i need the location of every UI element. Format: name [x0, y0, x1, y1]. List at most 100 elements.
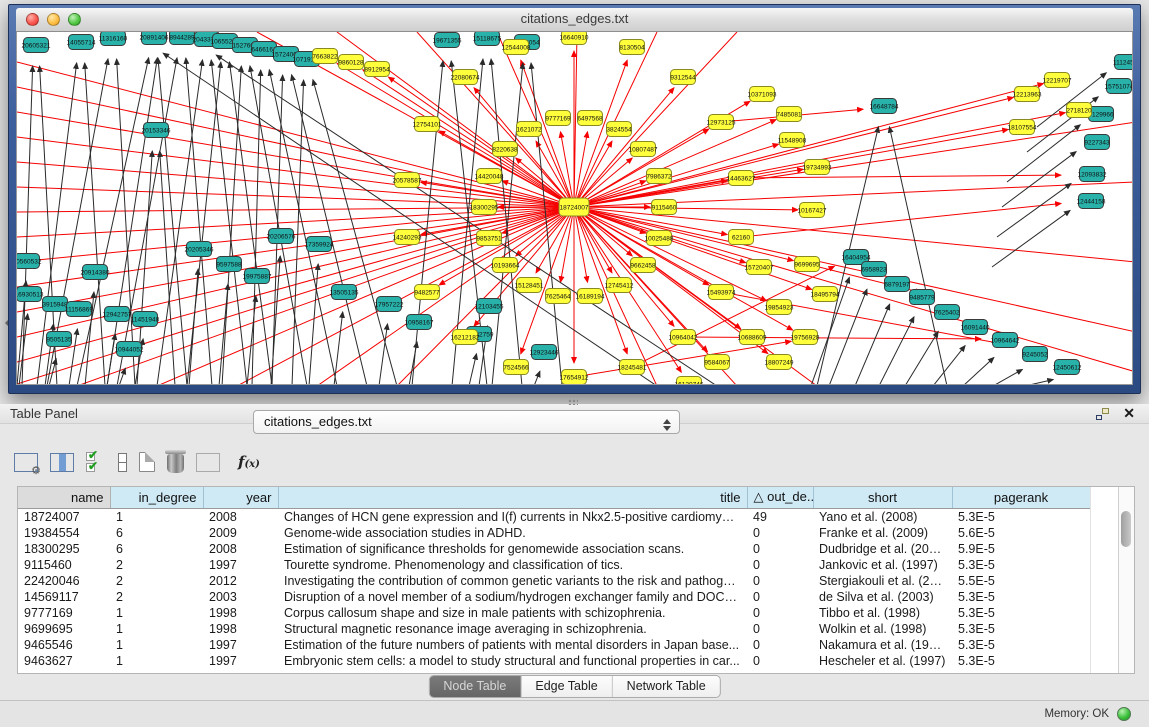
cited-node[interactable]: 9853751: [476, 231, 502, 246]
node[interactable]: 19671355: [433, 33, 462, 48]
cited-node[interactable]: 8130504: [619, 40, 645, 55]
cited-node[interactable]: 18245481: [618, 360, 647, 375]
column-header-in-degree[interactable]: in_degree: [110, 487, 203, 508]
row-height-icon[interactable]: [118, 453, 127, 472]
tab-network-table[interactable]: Network Table: [613, 676, 720, 697]
table-row[interactable]: 977716911998Corpus callosum shape and si…: [18, 605, 1090, 621]
function-builder-icon[interactable]: f(x): [238, 453, 260, 471]
node[interactable]: 20205346: [185, 242, 214, 257]
table-row[interactable]: 946554611997Estimation of the future num…: [18, 637, 1090, 653]
network-graph[interactable]: 2060532114055714113161602089140689442892…: [17, 32, 1133, 384]
node[interactable]: 9129966: [1088, 107, 1114, 122]
cited-node[interactable]: 14240293: [393, 230, 422, 245]
cited-node[interactable]: 9584067: [704, 355, 730, 370]
cited-node[interactable]: 9662458: [630, 258, 656, 273]
table-row[interactable]: 946362711997Embryonic stem cells: a mode…: [18, 653, 1090, 669]
column-header-out-de-[interactable]: △ out_de...: [747, 487, 813, 508]
cited-node[interactable]: 10807487: [629, 142, 658, 157]
node[interactable]: 9245052: [1022, 347, 1048, 362]
node[interactable]: 10944052: [115, 342, 144, 357]
cited-node[interactable]: 17654912: [560, 370, 589, 385]
cited-node[interactable]: 9699695: [794, 257, 820, 272]
cited-node[interactable]: 12973125: [707, 115, 736, 130]
node[interactable]: 16648784: [870, 99, 899, 114]
cited-node[interactable]: 11548908: [778, 133, 807, 148]
cited-node[interactable]: 12219707: [1043, 73, 1072, 88]
network-window-titlebar[interactable]: citations_edges.txt: [16, 8, 1133, 32]
node[interactable]: 6879197: [884, 277, 910, 292]
table-mode-icon[interactable]: [14, 453, 38, 472]
cited-node[interactable]: 18107554: [1008, 120, 1037, 135]
node[interactable]: 20153346: [142, 123, 171, 138]
node[interactable]: 15118675: [473, 32, 502, 46]
cited-node[interactable]: 15493974: [707, 285, 736, 300]
node[interactable]: 9485779: [909, 290, 935, 305]
cited-node[interactable]: 6497568: [577, 111, 603, 126]
memory-status-icon[interactable]: [1117, 707, 1131, 721]
node[interactable]: 9505135: [46, 332, 72, 347]
table-row[interactable]: 2242004622012Investigating the contribut…: [18, 573, 1090, 589]
network-window[interactable]: citations_edges.txt 20605321140557141131…: [8, 4, 1141, 394]
table-row[interactable]: 1872400712008Changes of HCN gene express…: [18, 508, 1090, 525]
cited-node[interactable]: 16640910: [560, 32, 589, 45]
cited-node[interactable]: 18300295: [470, 200, 499, 215]
table-selector-dropdown[interactable]: citations_edges.txt: [253, 410, 680, 434]
cited-node[interactable]: 10371093: [748, 87, 777, 102]
float-window-icon[interactable]: [1096, 408, 1109, 420]
node[interactable]: 17359924: [305, 237, 334, 252]
cited-node[interactable]: 12213963: [1013, 87, 1042, 102]
node[interactable]: 14055714: [67, 35, 96, 50]
vertical-scrollbar[interactable]: [1118, 487, 1134, 673]
node[interactable]: 20891406: [140, 32, 169, 45]
table-row[interactable]: 1830029562008Estimation of significance …: [18, 541, 1090, 557]
cited-node[interactable]: 12754101: [413, 117, 442, 132]
node[interactable]: 13505135: [330, 285, 359, 300]
cited-node[interactable]: 9860128: [338, 55, 364, 70]
cited-node[interactable]: 14420048: [475, 169, 504, 184]
cited-node[interactable]: 15720407: [745, 260, 774, 275]
column-header-short[interactable]: short: [813, 487, 952, 508]
table-row[interactable]: 1456911722003Disruption of a novel membe…: [18, 589, 1090, 605]
cited-node[interactable]: 10167427: [798, 203, 827, 218]
cited-node[interactable]: 12745412: [605, 278, 634, 293]
cited-node[interactable]: 9482577: [414, 285, 440, 300]
cited-node[interactable]: 16212182: [451, 330, 480, 345]
node[interactable]: 11316160: [99, 32, 128, 46]
node[interactable]: 12444158: [1077, 194, 1106, 209]
node[interactable]: 20914380: [81, 265, 110, 280]
node[interactable]: 9227343: [1084, 135, 1110, 150]
cited-node[interactable]: 9312544: [670, 70, 696, 85]
cited-node[interactable]: 12544008: [502, 40, 531, 55]
select-all-icon[interactable]: ✔✔: [86, 452, 106, 472]
node[interactable]: 11451948: [131, 312, 160, 327]
node[interactable]: 12942757: [103, 307, 132, 322]
node[interactable]: 12450612: [1053, 360, 1082, 375]
cited-node[interactable]: 15128451: [515, 278, 544, 293]
cited-node[interactable]: 62160: [729, 230, 754, 245]
node[interactable]: 16091440: [961, 320, 990, 335]
column-header-name[interactable]: name: [18, 487, 110, 508]
hub-node[interactable]: 18724007: [559, 198, 589, 216]
node[interactable]: 10958167: [405, 315, 434, 330]
cited-node[interactable]: 19734993: [803, 160, 832, 175]
cited-node[interactable]: 9115460: [652, 200, 677, 215]
node[interactable]: 20206576: [267, 229, 296, 244]
table-row[interactable]: 1938455462009Genome-wide association stu…: [18, 525, 1090, 541]
panel-resize-grip[interactable]: [568, 399, 578, 405]
node[interactable]: 6958923: [861, 262, 887, 277]
node[interactable]: 10964642: [991, 333, 1020, 348]
scrollbar-thumb[interactable]: [1121, 511, 1131, 547]
cited-node[interactable]: 2718120: [1066, 103, 1092, 118]
cited-node[interactable]: 8220638: [492, 142, 518, 157]
node[interactable]: 7625402: [934, 305, 960, 320]
cited-node[interactable]: 10688609: [738, 330, 767, 345]
table-row[interactable]: 911546021997Tourette syndrome. Phenomeno…: [18, 557, 1090, 573]
cited-node[interactable]: 1621072: [516, 122, 542, 137]
table-row[interactable]: 969969511998Structural magnetic resonanc…: [18, 621, 1090, 637]
cited-node[interactable]: 10025488: [645, 231, 674, 246]
cited-node[interactable]: 7524566: [503, 360, 529, 375]
close-icon[interactable]: ✕: [1123, 405, 1135, 422]
node[interactable]: 15751074: [1105, 79, 1133, 94]
tab-node-table[interactable]: Node Table: [429, 676, 521, 697]
network-canvas[interactable]: 2060532114055714113161602089140689442892…: [16, 32, 1133, 385]
